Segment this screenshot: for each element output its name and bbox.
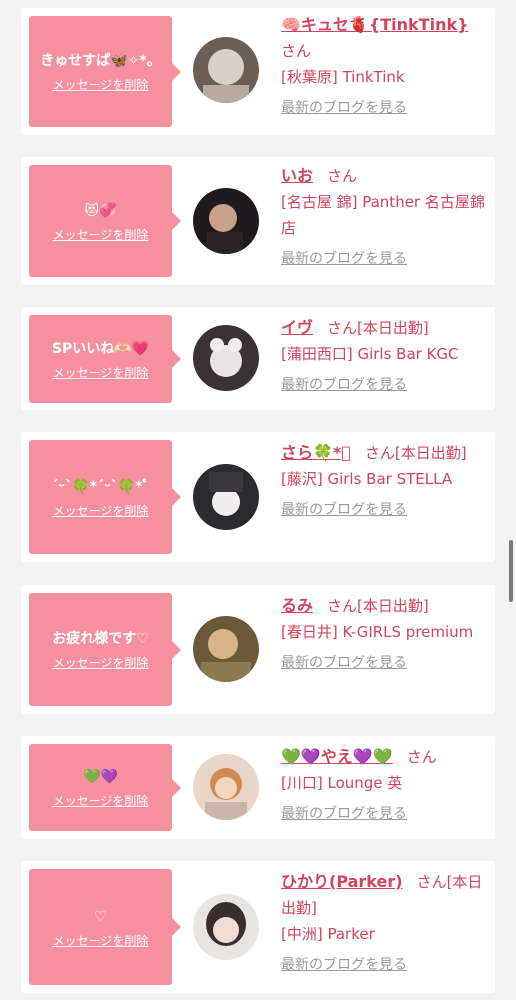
avatar[interactable] (193, 37, 259, 103)
message-text: お疲れ様です♡ (52, 631, 149, 647)
avatar[interactable] (193, 754, 259, 820)
latest-blog-link[interactable]: 最新のブログを見る (281, 952, 407, 978)
cast-card: きゅせすぱ🦋✧*。 メッセージを削除 🧠キュセ🫀{TinkTink} さん [秋… (21, 8, 495, 135)
favorite-cast-list: きゅせすぱ🦋✧*。 メッセージを削除 🧠キュセ🫀{TinkTink} さん [秋… (0, 0, 516, 1000)
message-bubble: ˊᵕˋ🍀*ˊᵕˋ🍀*ﾟ メッセージを削除 (29, 440, 181, 554)
cast-name-link[interactable]: イヴ (281, 318, 313, 337)
delete-message-link[interactable]: メッセージを削除 (53, 226, 149, 243)
honorific: さん (406, 748, 437, 766)
latest-blog-link[interactable]: 最新のブログを見る (281, 497, 407, 523)
shop-name: [名古屋 錦] Panther 名古屋錦店 (281, 193, 485, 237)
latest-blog-link[interactable]: 最新のブログを見る (281, 801, 407, 827)
message-bubble: ♡ メッセージを削除 (29, 869, 181, 985)
avatar[interactable] (193, 616, 259, 682)
avatar[interactable] (193, 894, 259, 960)
cast-info: ひかり(Parker) さん[本日出勤] [中洲] Parker 最新のブログを見… (281, 869, 487, 978)
delete-message-link[interactable]: メッセージを削除 (53, 932, 149, 949)
delete-message-link[interactable]: メッセージを削除 (53, 792, 149, 809)
delete-message-link[interactable]: メッセージを削除 (53, 364, 149, 381)
shop-name: [秋葉原] TinkTink (281, 68, 405, 86)
message-text: ♡ (94, 908, 107, 925)
shop-name: [蒲田西口] Girls Bar KGC (281, 345, 459, 363)
latest-blog-link[interactable]: 最新のブログを見る (281, 650, 407, 676)
honorific: さん (281, 42, 312, 60)
shop-name: [川口] Lounge 英 (281, 774, 403, 792)
honorific: さん (327, 167, 358, 185)
cast-name-link[interactable]: るみ (281, 596, 313, 615)
message-text: ˊᵕˋ🍀*ˊᵕˋ🍀*ﾟ (51, 478, 150, 495)
cast-card: ˊᵕˋ🍀*ˊᵕˋ🍀*ﾟ メッセージを削除 さら🍀*ﾟ さん[本日出勤] [藤沢] … (21, 432, 495, 562)
message-text: きゅせすぱ🦋✧*。 (40, 53, 161, 69)
cast-info: さら🍀*ﾟ さん[本日出勤] [藤沢] Girls Bar STELLA 最新のブ… (281, 440, 487, 523)
cast-name-link[interactable]: さら🍀*ﾟ (281, 443, 351, 462)
cast-card: ♡ メッセージを削除 ひかり(Parker) さん[本日出勤] [中洲] Park… (21, 861, 495, 993)
cast-card: お疲れ様です♡ メッセージを削除 るみ さん[本日出勤] [春日井] K-GIRL… (21, 585, 495, 714)
message-text: SPいいね🫶🏻💗 (51, 340, 150, 357)
cast-name-link[interactable]: 💚💜やえ💜💚 (281, 747, 393, 766)
shop-name: [春日井] K-GIRLS premium (281, 623, 474, 641)
cast-info: るみ さん[本日出勤] [春日井] K-GIRLS premium 最新のブログを… (281, 593, 487, 676)
message-bubble: 😻💞 メッセージを削除 (29, 165, 181, 277)
message-text: 😻💞 (84, 202, 117, 219)
message-text: 💚💜 (83, 769, 118, 785)
cast-info: 🧠キュセ🫀{TinkTink} さん [秋葉原] TinkTink 最新のブログ… (281, 12, 487, 121)
honorific: さん[本日出勤] (327, 597, 429, 615)
cast-name-link[interactable]: 🧠キュセ🫀{TinkTink} (281, 15, 469, 34)
latest-blog-link[interactable]: 最新のブログを見る (281, 95, 407, 121)
cast-info: 💚💜やえ💜💚 さん [川口] Lounge 英 最新のブログを見る (281, 744, 487, 827)
honorific: さん[本日出勤] (327, 319, 429, 337)
delete-message-link[interactable]: メッセージを削除 (53, 654, 149, 671)
shop-name: [中洲] Parker (281, 925, 375, 943)
latest-blog-link[interactable]: 最新のブログを見る (281, 246, 407, 272)
scrollbar[interactable] (509, 540, 513, 602)
delete-message-link[interactable]: メッセージを削除 (53, 502, 149, 519)
avatar[interactable] (193, 188, 259, 254)
cast-card: 😻💞 メッセージを削除 いお さん [名古屋 錦] Panther 名古屋錦店 最… (21, 157, 495, 285)
cast-name-link[interactable]: いお (281, 166, 313, 185)
cast-info: いお さん [名古屋 錦] Panther 名古屋錦店 最新のブログを見る (281, 163, 487, 272)
honorific: さん[本日出勤] (364, 444, 467, 462)
message-bubble: お疲れ様です♡ メッセージを削除 (29, 593, 181, 706)
cast-card: SPいいね🫶🏻💗 メッセージを削除 イヴ さん[本日出勤] [蒲田西口] Girl… (21, 307, 495, 410)
shop-name: [藤沢] Girls Bar STELLA (281, 470, 453, 488)
cast-info: イヴ さん[本日出勤] [蒲田西口] Girls Bar KGC 最新のブログを見… (281, 315, 487, 398)
message-bubble: きゅせすぱ🦋✧*。 メッセージを削除 (29, 16, 181, 127)
message-bubble: 💚💜 メッセージを削除 (29, 744, 181, 831)
avatar[interactable] (193, 325, 259, 391)
latest-blog-link[interactable]: 最新のブログを見る (281, 372, 407, 398)
delete-message-link[interactable]: メッセージを削除 (53, 76, 149, 93)
avatar[interactable] (193, 464, 259, 530)
cast-card: 💚💜 メッセージを削除 💚💜やえ💜💚 さん [川口] Lounge 英 最新のブロ… (21, 736, 495, 839)
cast-name-link[interactable]: ひかり(Parker) (281, 872, 403, 891)
message-bubble: SPいいね🫶🏻💗 メッセージを削除 (29, 315, 181, 403)
